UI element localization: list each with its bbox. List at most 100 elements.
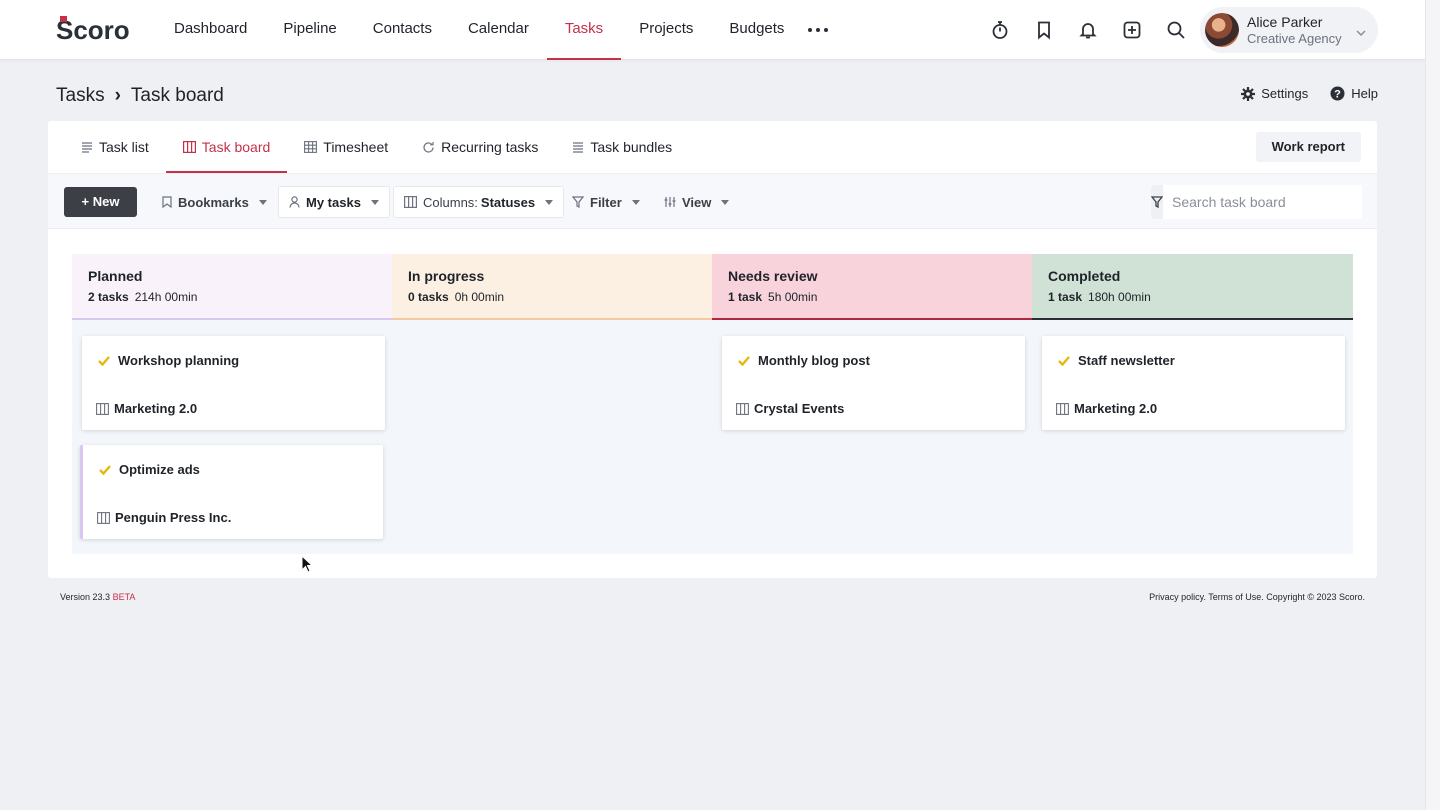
footer-legal-links[interactable]: Privacy policy. Terms of Use. Copyright …: [1149, 592, 1365, 602]
grid-icon: [304, 141, 318, 153]
search-box: [1151, 185, 1362, 219]
column-title: Needs review: [728, 268, 818, 284]
nav-tasks[interactable]: Tasks: [546, 0, 622, 60]
column-time: 0h 00min: [454, 290, 505, 304]
search-task-board-input[interactable]: [1163, 185, 1362, 219]
columns-icon: [404, 196, 417, 208]
tab-label: Task bundles: [590, 139, 673, 155]
column-needs-review: Needs review 1 task 5h 00min: [712, 254, 1032, 320]
settings-button[interactable]: Settings: [1241, 86, 1308, 101]
task-project: Penguin Press Inc.: [115, 510, 232, 525]
task-card[interactable]: Optimize ads Penguin Press Inc.: [80, 445, 383, 539]
avatar: [1205, 13, 1239, 47]
bookmarks-dropdown[interactable]: Bookmarks: [152, 186, 277, 218]
task-card[interactable]: Monthly blog post Crystal Events: [722, 336, 1025, 430]
check-icon: [738, 355, 750, 366]
breadcrumb-separator: ›: [114, 85, 121, 106]
filter-label: Filter: [590, 194, 622, 210]
tab-label: Timesheet: [323, 139, 389, 155]
column-time: 180h 00min: [1088, 290, 1151, 304]
column-time: 5h 00min: [768, 290, 818, 304]
scoro-logo[interactable]: Scoro: [56, 16, 138, 44]
task-board: Planned 2 tasks 214h 00min In progress 0 …: [72, 254, 1353, 554]
view-label: View: [682, 194, 712, 210]
tab-timesheet[interactable]: Timesheet: [287, 121, 405, 173]
user-organization: Creative Agency: [1247, 31, 1342, 46]
tab-label: Task list: [99, 139, 149, 155]
my-tasks-dropdown[interactable]: My tasks: [278, 186, 390, 218]
column-task-count: 1 task: [1048, 290, 1083, 304]
list-icon: [82, 142, 92, 153]
page-title: Task board: [130, 85, 224, 106]
bookmark-icon[interactable]: [1030, 16, 1058, 44]
nav-contacts[interactable]: Contacts: [355, 0, 450, 60]
work-report-button[interactable]: Work report: [1255, 132, 1361, 162]
user-icon: [289, 196, 300, 208]
breadcrumb-parent[interactable]: Tasks: [56, 85, 105, 107]
sliders-icon: [664, 197, 676, 207]
logo-text: Scoro: [56, 16, 130, 44]
column-planned: Planned 2 tasks 214h 00min: [72, 254, 392, 320]
project-icon: [1056, 402, 1069, 415]
check-icon: [1058, 355, 1070, 366]
tab-label: Recurring tasks: [441, 139, 539, 155]
caret-down-icon: [545, 199, 554, 205]
task-title: Staff newsletter: [1078, 353, 1175, 368]
task-project: Marketing 2.0: [1074, 401, 1158, 416]
nav-projects[interactable]: Projects: [621, 0, 711, 60]
columns-dropdown[interactable]: Columns: Statuses: [393, 186, 565, 218]
gear-icon: [1241, 86, 1256, 101]
my-tasks-label: My tasks: [306, 194, 361, 210]
breadcrumb: Tasks › Task board: [56, 85, 224, 107]
nav-calendar[interactable]: Calendar: [450, 0, 547, 60]
nav-budgets[interactable]: Budgets: [711, 0, 802, 60]
caret-down-icon: [258, 199, 267, 205]
task-title: Workshop planning: [118, 353, 240, 368]
task-project: Marketing 2.0: [114, 401, 198, 416]
user-name: Alice Parker: [1247, 14, 1323, 30]
nav-pipeline[interactable]: Pipeline: [265, 0, 354, 60]
tab-task-board[interactable]: Task board: [165, 121, 288, 173]
column-title: Completed: [1048, 268, 1121, 284]
svg-text:?: ?: [1334, 89, 1341, 101]
help-icon: ?: [1330, 86, 1345, 101]
column-task-count: 2 tasks: [88, 290, 129, 304]
refresh-icon: [423, 141, 434, 153]
help-button[interactable]: ? Help: [1330, 86, 1378, 101]
subtabs: Task list Task board Timesheet Recurring…: [64, 121, 689, 173]
more-menu-icon[interactable]: [806, 20, 830, 40]
bell-icon[interactable]: [1074, 16, 1102, 44]
column-task-count: 0 tasks: [408, 290, 449, 304]
top-navigation: Scoro Dashboard Pipeline Contacts Calend…: [0, 0, 1425, 60]
beta-badge: BETA: [112, 592, 136, 602]
filter-icon[interactable]: [1151, 185, 1163, 219]
tab-task-list[interactable]: Task list: [64, 121, 166, 173]
task-card[interactable]: Workshop planning Marketing 2.0: [82, 336, 385, 430]
task-card[interactable]: Staff newsletter Marketing 2.0: [1042, 336, 1345, 430]
add-icon[interactable]: [1118, 16, 1146, 44]
page-scrollbar[interactable]: [1425, 0, 1440, 810]
view-dropdown[interactable]: View: [654, 186, 739, 218]
project-icon: [96, 402, 109, 415]
version-info: Version 23.3 BETA: [60, 592, 135, 602]
user-menu[interactable]: Alice Parker Creative Agency: [1200, 7, 1378, 53]
column-in-progress: In progress 0 tasks 0h 00min: [392, 254, 712, 320]
settings-label: Settings: [1261, 86, 1309, 101]
task-title: Monthly blog post: [758, 353, 870, 368]
tab-recurring-tasks[interactable]: Recurring tasks: [405, 121, 555, 173]
column-time: 214h 00min: [134, 290, 198, 304]
filter-dropdown[interactable]: Filter: [562, 186, 650, 218]
timer-icon[interactable]: [986, 16, 1014, 44]
search-icon[interactable]: [1162, 16, 1190, 44]
new-task-button[interactable]: + New: [64, 187, 137, 217]
bundle-icon: [573, 142, 584, 153]
task-project: Crystal Events: [754, 401, 845, 416]
tab-task-bundles[interactable]: Task bundles: [555, 121, 689, 173]
project-icon: [736, 402, 749, 415]
mouse-cursor-icon: [301, 554, 314, 578]
bookmarks-label: Bookmarks: [178, 194, 249, 210]
task-title: Optimize ads: [119, 462, 200, 477]
column-task-count: 1 task: [728, 290, 763, 304]
caret-down-icon: [721, 199, 730, 205]
nav-dashboard[interactable]: Dashboard: [156, 0, 265, 60]
